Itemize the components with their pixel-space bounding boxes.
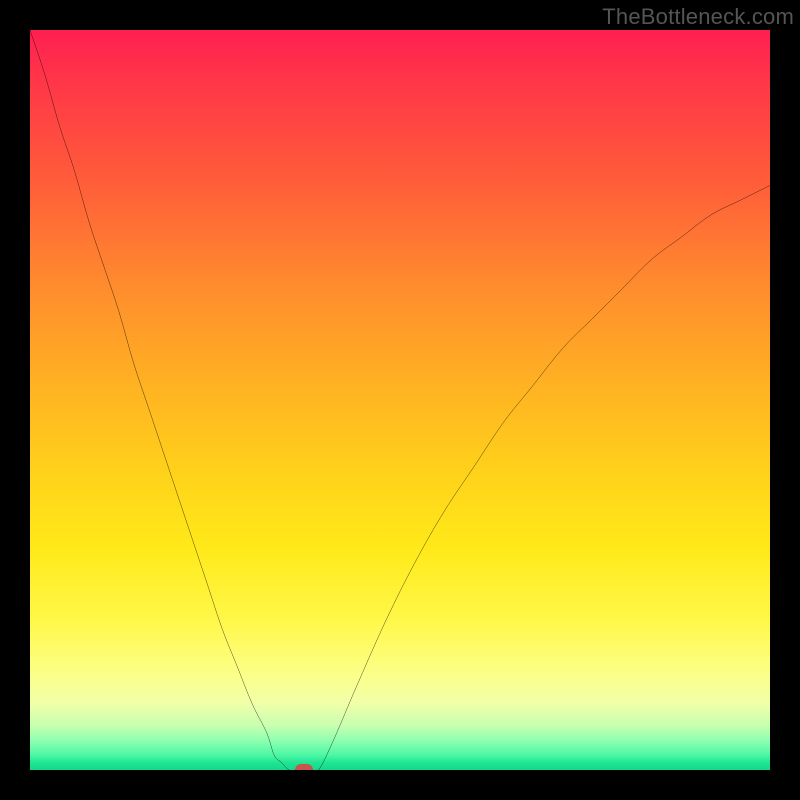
watermark-text: TheBottleneck.com <box>602 4 794 30</box>
plot-area <box>30 30 770 770</box>
bottleneck-curve <box>30 30 770 770</box>
optimal-point-marker <box>295 764 313 770</box>
chart-frame: TheBottleneck.com <box>0 0 800 800</box>
curve-path <box>30 30 770 770</box>
